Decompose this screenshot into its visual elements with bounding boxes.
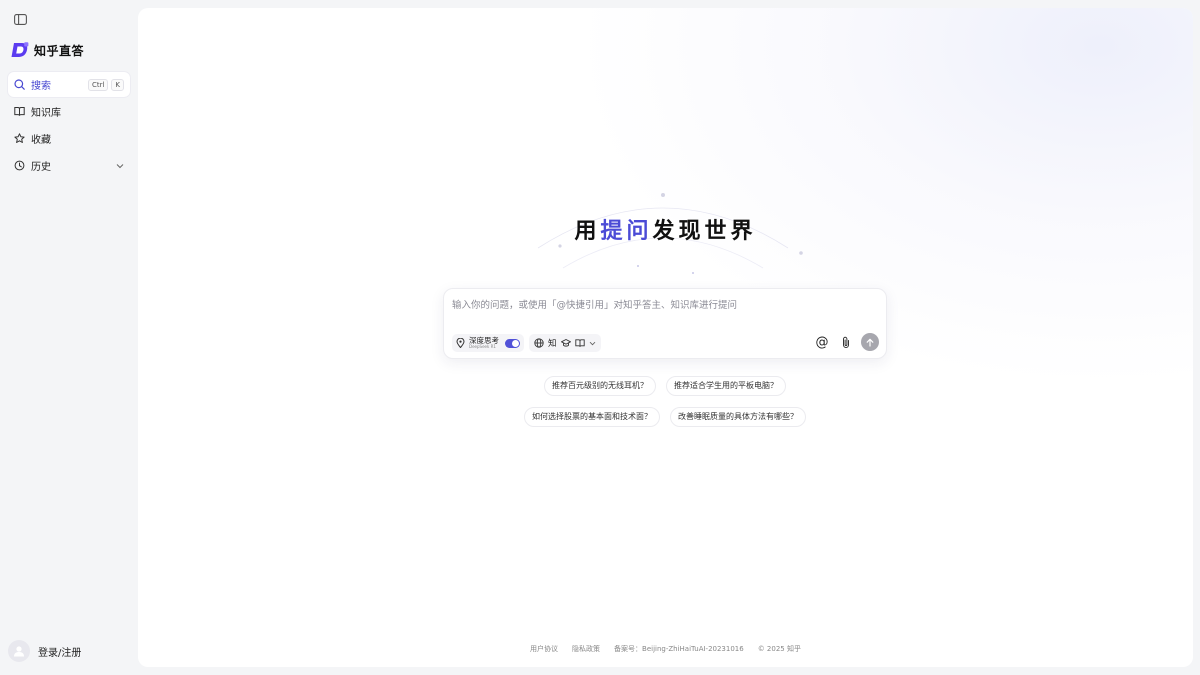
title-prefix: 用 — [574, 219, 601, 244]
toggle-switch[interactable] — [505, 338, 520, 348]
zhida-logo-icon — [11, 42, 29, 57]
brand-name: 知乎直答 — [34, 43, 85, 58]
sidebar-item-knowledge-base[interactable]: 知识库 — [8, 99, 130, 124]
privacy-link[interactable]: 隐私政策 — [572, 644, 600, 654]
at-icon: @ — [815, 334, 829, 350]
chevron-down-icon[interactable] — [116, 163, 124, 169]
sidebar-item-label: 搜索 — [31, 81, 51, 92]
attach-button[interactable] — [837, 333, 855, 351]
title-suffix: 发现世界 — [652, 219, 757, 244]
title-accent: 提问 — [600, 219, 653, 244]
star-icon — [14, 133, 25, 143]
location-pin-icon — [456, 338, 465, 348]
suggestion-chip[interactable]: 推荐百元级别的无线耳机？ — [544, 376, 656, 396]
brand-logo[interactable]: 知乎直答 — [11, 40, 84, 60]
sidebar-item-search[interactable]: 搜索 Ctrl K — [8, 72, 130, 97]
search-icon — [14, 79, 25, 90]
sidebar-nav: 搜索 Ctrl K 知识库 收藏 历史 — [8, 72, 130, 180]
page-title: 用提问发现世界 — [138, 213, 1193, 245]
login-button[interactable]: 登录/注册 — [8, 640, 81, 662]
sidebar: 知乎直答 搜索 Ctrl K 知识库 收藏 历史 登录/注册 — [0, 0, 138, 675]
shortcut-key: K — [111, 78, 124, 91]
sidebar-item-favorites[interactable]: 收藏 — [8, 126, 130, 151]
avatar — [8, 640, 30, 662]
main-panel: 用提问发现世界 深度思考 DeepSeek R1 知 @ — [138, 8, 1193, 667]
user-icon — [14, 646, 24, 657]
suggestion-chip[interactable]: 改善睡眠质量的具体方法有哪些？ — [670, 407, 806, 427]
question-input[interactable] — [452, 295, 872, 315]
mention-button[interactable]: @ — [813, 333, 831, 351]
sidebar-item-history[interactable]: 历史 — [8, 153, 130, 178]
zhihu-source-label: 知 — [548, 339, 557, 349]
deep-think-model: DeepSeek R1 — [469, 344, 496, 350]
deep-think-label: 深度思考 — [469, 335, 499, 345]
chevron-down-icon — [589, 341, 595, 345]
footer: 用户协议 隐私政策 备案号：Beijing-ZhiHaiTuAI-2023101… — [138, 644, 1193, 654]
login-label: 登录/注册 — [38, 647, 82, 659]
source-selector[interactable]: 知 — [529, 334, 601, 352]
suggestion-chip[interactable]: 推荐适合学生用的平板电脑？ — [666, 376, 786, 396]
send-button[interactable] — [861, 333, 879, 351]
book-icon — [574, 339, 585, 347]
sidebar-toggle-icon[interactable] — [12, 11, 28, 27]
copyright-text: © 2025 知乎 — [757, 645, 801, 653]
sidebar-item-label: 收藏 — [31, 135, 51, 146]
globe-icon — [534, 338, 544, 348]
sidebar-item-label: 历史 — [31, 162, 51, 173]
record-number-link[interactable]: 备案号：Beijing-ZhiHaiTuAI-20231016 — [614, 644, 744, 654]
paperclip-icon — [843, 336, 849, 348]
arrow-up-icon — [866, 338, 874, 347]
terms-link[interactable]: 用户协议 — [530, 644, 558, 654]
input-tools: @ — [813, 333, 879, 351]
shortcut-key: Ctrl — [87, 78, 109, 91]
deep-think-label-group: 深度思考 DeepSeek R1 — [469, 337, 499, 350]
book-icon — [14, 107, 25, 116]
graduation-cap-icon — [560, 339, 571, 347]
shortcut-hint: Ctrl K — [87, 78, 124, 91]
suggestion-chip[interactable]: 如何选择股票的基本面和技术面？ — [524, 407, 660, 427]
deep-think-toggle[interactable]: 深度思考 DeepSeek R1 — [452, 334, 524, 352]
question-input-card: 深度思考 DeepSeek R1 知 @ — [443, 288, 887, 359]
sidebar-item-label: 知识库 — [31, 108, 61, 119]
history-icon — [14, 160, 25, 171]
